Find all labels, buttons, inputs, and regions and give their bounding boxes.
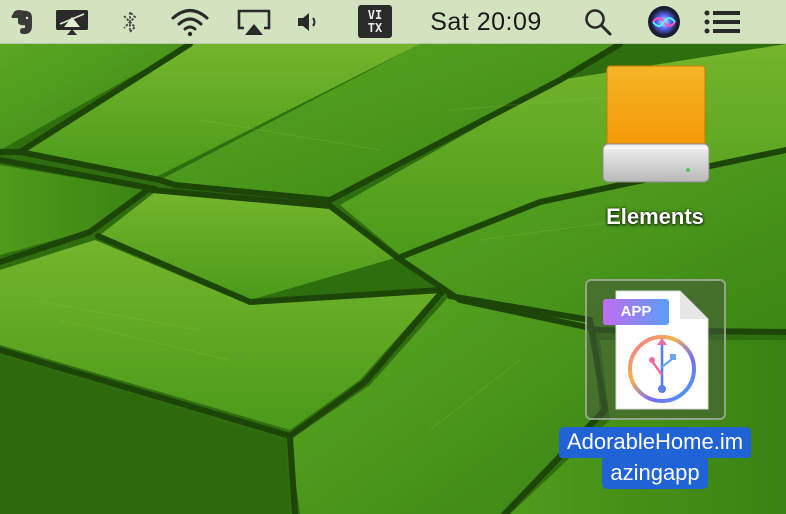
app-file-icon[interactable]: APP — [600, 289, 712, 411]
vitx-input-icon[interactable]: VI TX — [358, 5, 392, 38]
menu-clock[interactable]: Sat 20:09 — [418, 0, 554, 44]
volume-icon[interactable] — [292, 0, 326, 44]
vitx-bottom-text: TX — [367, 20, 383, 35]
wifi-icon[interactable] — [166, 0, 214, 44]
spotlight-search-icon[interactable] — [578, 0, 618, 44]
app-label-line2: azingapp — [602, 458, 708, 489]
siri-icon[interactable] — [642, 0, 686, 44]
app-badge-label: APP — [620, 303, 652, 320]
menu-bar: VI TX Sat 20:09 — [0, 0, 786, 44]
evernote-elephant-icon[interactable] — [4, 0, 38, 44]
airplay-icon[interactable] — [232, 0, 276, 44]
app-label-line1: AdorableHome.im — [558, 427, 752, 458]
vitx-top-text: VI — [367, 7, 383, 22]
display-airplay-icon[interactable] — [52, 0, 92, 44]
notification-center-icon[interactable] — [700, 0, 744, 44]
bluetooth-icon[interactable] — [116, 0, 144, 44]
app-label[interactable]: AdorableHome.im azingapp — [540, 427, 770, 489]
drive-label: Elements — [606, 204, 704, 229]
external-drive-icon[interactable] — [598, 64, 714, 188]
